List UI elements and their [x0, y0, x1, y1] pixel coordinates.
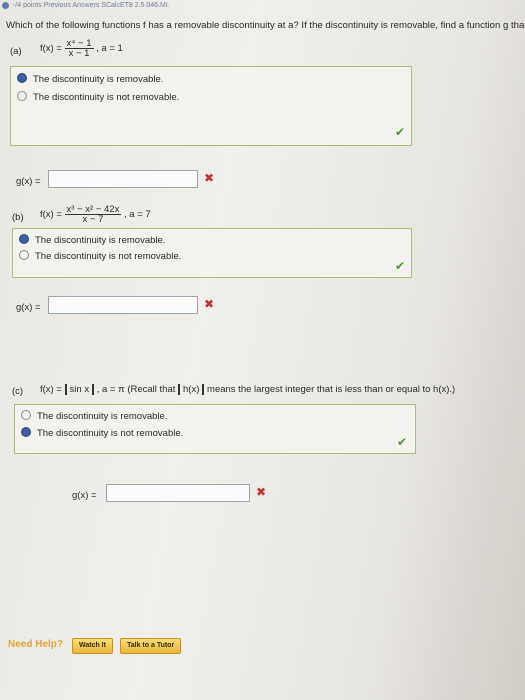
part-b-option-not-removable[interactable]: The discontinuity is not removable. — [19, 250, 181, 262]
incorrect-x-icon: ✖ — [256, 485, 267, 499]
watch-it-button[interactable]: Watch It — [72, 638, 113, 654]
radio-selected-icon[interactable] — [21, 427, 31, 437]
part-c-options-box: The discontinuity is removable. The disc… — [14, 404, 416, 454]
part-b-fraction: x³ − x² − 42x x − 7 — [64, 205, 122, 225]
part-c-inner: sin x — [69, 384, 90, 395]
part-c-recall-bracket: h(x) — [178, 384, 205, 395]
correct-check-icon: ✔ — [397, 435, 408, 449]
part-b-point: , a = 7 — [124, 209, 151, 221]
homework-page: -/4 points Previous Answers SCalcET8 2.5… — [0, 0, 525, 700]
part-c-g-input[interactable] — [106, 484, 250, 502]
correct-check-icon: ✔ — [395, 259, 406, 273]
part-c-recall-inner: h(x) — [183, 384, 200, 395]
talk-to-tutor-button[interactable]: Talk to a Tutor — [120, 638, 182, 654]
need-help-label: Need Help? — [8, 639, 64, 650]
part-a-label: (a) — [10, 46, 22, 57]
part-a-point: , a = 1 — [96, 43, 123, 55]
radio-unselected-icon[interactable] — [19, 250, 29, 260]
part-c-option-removable[interactable]: The discontinuity is removable. — [21, 410, 167, 422]
part-a-g-label: g(x) = — [16, 176, 41, 187]
part-c-label: (c) — [12, 386, 24, 397]
part-b-g-input[interactable] — [48, 296, 198, 314]
part-b-denominator: x − 7 — [82, 214, 104, 225]
part-a-option-removable[interactable]: The discontinuity is removable. — [17, 73, 163, 85]
part-b-fx: f(x) = — [40, 209, 65, 221]
part-c-g-label: g(x) = — [72, 490, 97, 501]
part-a-g-input[interactable] — [48, 170, 198, 188]
part-c-floor-bracket: sin x — [64, 384, 95, 395]
radio-selected-icon[interactable] — [19, 234, 29, 244]
part-c-recall-rest: means the largest integer that is less t… — [207, 384, 456, 395]
radio-unselected-icon[interactable] — [17, 91, 27, 101]
part-b-g-label: g(x) = — [16, 302, 41, 313]
header-text: -/4 points Previous Answers SCalcET8 2.5… — [12, 2, 170, 9]
question-text: Which of the following functions f has a… — [6, 20, 525, 31]
incorrect-x-icon: ✖ — [204, 171, 215, 185]
correct-check-icon: ✔ — [395, 125, 406, 139]
question-header: -/4 points Previous Answers SCalcET8 2.5… — [0, 0, 525, 12]
part-c-function: f(x) = sin x , a = π (Recall that h(x) m… — [40, 384, 455, 395]
part-b-label: (b) — [12, 212, 24, 223]
part-c-option-not-removable[interactable]: The discontinuity is not removable. — [21, 427, 183, 439]
part-a-function: f(x) = x⁴ − 1 x − 1 , a = 1 — [40, 39, 123, 59]
part-c-fx: f(x) = — [40, 384, 65, 395]
part-a-fraction: x⁴ − 1 x − 1 — [64, 39, 94, 59]
part-b-options-box: The discontinuity is removable. The disc… — [12, 228, 412, 278]
radio-unselected-icon[interactable] — [21, 410, 31, 420]
part-a-fx: f(x) = — [40, 43, 65, 55]
part-a-denominator: x − 1 — [68, 48, 90, 59]
part-b-option-removable[interactable]: The discontinuity is removable. — [19, 234, 165, 246]
incorrect-x-icon: ✖ — [204, 297, 215, 311]
part-b-function: f(x) = x³ − x² − 42x x − 7 , a = 7 — [40, 205, 151, 225]
part-c-point: , a = π (Recall that — [96, 384, 176, 395]
radio-selected-icon[interactable] — [17, 73, 27, 83]
status-dot-icon — [2, 2, 9, 9]
part-a-options-box: The discontinuity is removable. The disc… — [10, 66, 412, 146]
part-a-option-not-removable[interactable]: The discontinuity is not removable. — [17, 91, 179, 103]
